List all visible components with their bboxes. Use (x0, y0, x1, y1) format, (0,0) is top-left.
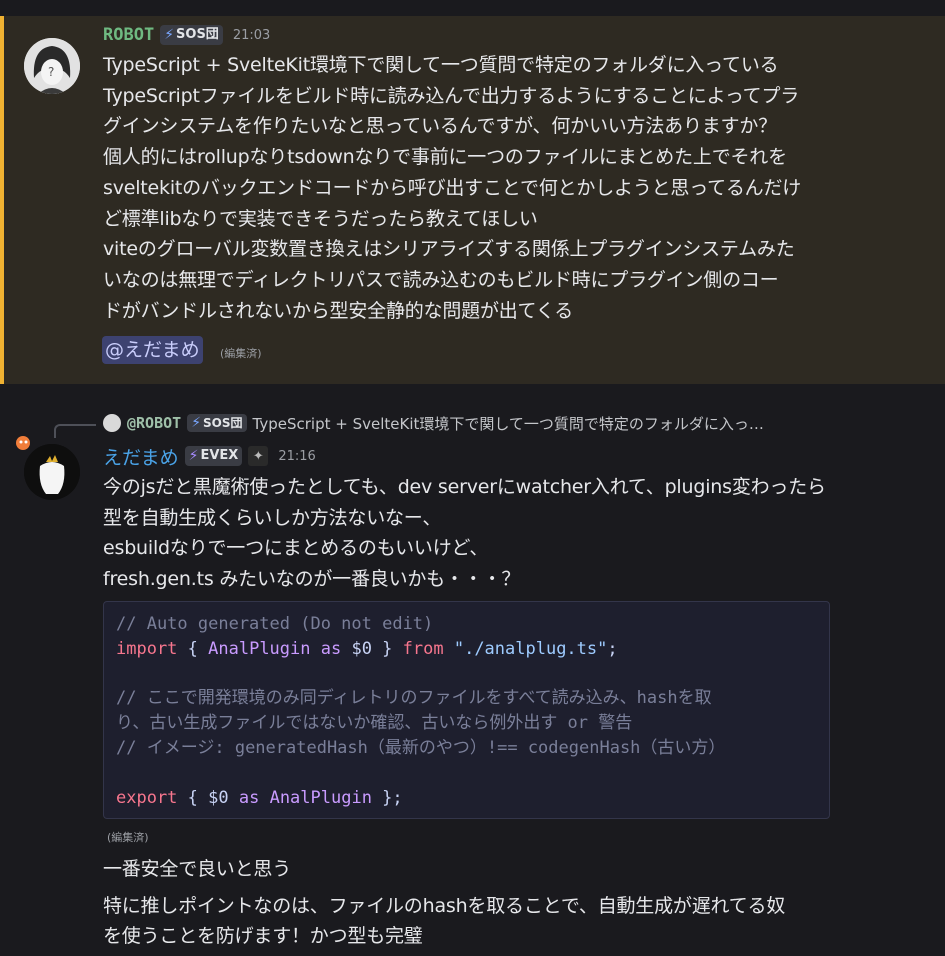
code-punct (259, 788, 269, 808)
reply-server-tag: ⚡ SOS団 (187, 414, 247, 432)
code-keyword: import (116, 638, 178, 659)
message-line: 特に推しポイントなのは、ファイルのhashを取ることで、自動生成が遅れてる奴 (103, 895, 786, 917)
message-line: ドがバンドルされないから型安全静的な問題が出てくる (103, 299, 574, 322)
message-line: sveltekitのバックエンドコードから呼び出すことで何とかしようと思ってるん… (103, 176, 802, 199)
code-line: export { $0 as AnalPlugin }; (116, 786, 817, 811)
avatar-edamame[interactable] (16, 436, 80, 500)
code-identifier: AnalPlugin (208, 638, 311, 659)
code-punct: ; (607, 638, 618, 659)
user-mention[interactable]: @えだまめ (102, 336, 203, 364)
message-line: TypeScriptファイルをビルド時に読み込んで出力するようにすることによって… (103, 84, 800, 107)
code-punct: { $0 (177, 787, 239, 808)
code-keyword: export (116, 787, 178, 808)
mention-highlight-bar (0, 16, 4, 384)
edited-label: (編集済) (107, 831, 149, 844)
message-line: 一番安全で良いと思う (103, 858, 292, 880)
message-line: グインシステムを作りたいなと思っているんですが、何かいい方法ありますか？ (103, 115, 777, 138)
message-line: ど標準libなりで実装できそうだったら教えてほしい (103, 207, 538, 230)
message-line: TypeScript + SvelteKit環境下で関して一つ質問で特定のフォル… (103, 54, 779, 76)
edited-label: (編集済) (220, 347, 262, 360)
message-header: ROBOT ⚡ SOS団 21:03 (103, 24, 270, 46)
code-keyword: as (310, 638, 352, 659)
robot-avatar-icon: ? (24, 38, 80, 94)
message-content: TypeScript + SvelteKit環境下で関して一つ質問で特定のフォル… (103, 50, 923, 326)
reply-text: TypeScript + SvelteKit環境下で関して一つ質問で特定のフォル… (252, 414, 764, 433)
code-line: // ここで開発環境のみ同ディレトリのファイルをすべて読み込み、hashを取 (116, 688, 712, 709)
message-line: fresh.gen.ts みたいなのが一番良いかも・・・？ (103, 568, 521, 591)
reply-avatar-icon (103, 414, 121, 432)
code-line: り、古い生成ファイルではないか確認、古いなら例外出す or 警告 (116, 713, 633, 734)
server-tag-label: EVEX (200, 448, 239, 463)
code-line: // イメージ: generatedHash（最新のやつ）!== codegen… (116, 737, 726, 758)
server-tag-label: SOS団 (176, 27, 219, 42)
timestamp[interactable]: 21:03 (233, 28, 270, 43)
bolt-icon: ⚡ (188, 448, 199, 464)
message-line: 今のjsだと黒魔術使ったとしても、dev serverにwatcher入れて、p… (103, 476, 826, 498)
message-line: esbuildなりで一つにまとめるのもいいけど、 (103, 537, 489, 560)
message-line: viteのグローバル変数置き換えはシリアライズする関係上プラグインシステムみた (103, 238, 795, 261)
message-header: えだまめ ⚡ EVEX ✦ 21:16 (103, 443, 316, 470)
code-line: import { AnalPlugin as $0 } from "./anal… (116, 637, 817, 662)
message-line: 個人的にはrollupなりtsdownなりで事前に一つのファイルにまとめた上でそ… (103, 146, 787, 169)
reply-server-tag-label: SOS団 (203, 416, 243, 430)
code-punct: $0 } (351, 638, 403, 659)
server-tag[interactable]: ⚡ EVEX (184, 446, 243, 466)
svg-text:?: ? (48, 65, 54, 79)
avatar-robot[interactable]: ? (24, 38, 80, 94)
author-name[interactable]: ROBOT (103, 25, 154, 45)
code-punct: }; (371, 787, 403, 808)
code-identifier: AnalPlugin (269, 787, 372, 808)
timestamp[interactable]: 21:16 (278, 449, 315, 464)
reply-preview[interactable]: @ROBOT ⚡ SOS団 TypeScript + SvelteKit環境下で関… (103, 412, 764, 434)
code-block[interactable]: // Auto generated (Do not edit) import {… (103, 601, 830, 819)
code-punct (444, 639, 454, 659)
server-tag[interactable]: ⚡ SOS団 (160, 25, 223, 45)
bolt-icon: ⚡ (164, 27, 175, 43)
reply-author[interactable]: @ROBOT (127, 414, 181, 432)
role-icon[interactable]: ✦ (248, 446, 269, 466)
message-line: を使うことを防げます！かつ型も完璧 (103, 925, 423, 947)
bolt-icon: ⚡ (191, 415, 202, 431)
code-line: // Auto generated (Do not edit) (116, 614, 434, 634)
code-string: "./analplug.ts" (453, 638, 608, 659)
edamame-avatar-icon (16, 436, 80, 496)
code-keyword: as (238, 787, 260, 808)
code-keyword: from (402, 638, 444, 659)
author-name[interactable]: えだまめ (103, 443, 179, 470)
message-robot: ? ROBOT ⚡ SOS団 21:03 TypeScript + SvelteK… (0, 16, 945, 384)
message-line: 型を自動生成くらいしか方法ないなー、 (103, 506, 442, 529)
code-punct: { (177, 638, 209, 659)
message-line: いなのは無理でディレクトリパスで読み込むのもビルド時にプラグイン側のコー (103, 268, 779, 291)
message-content: 今のjsだと黒魔術使ったとしても、dev serverにwatcher入れて、p… (103, 472, 923, 595)
